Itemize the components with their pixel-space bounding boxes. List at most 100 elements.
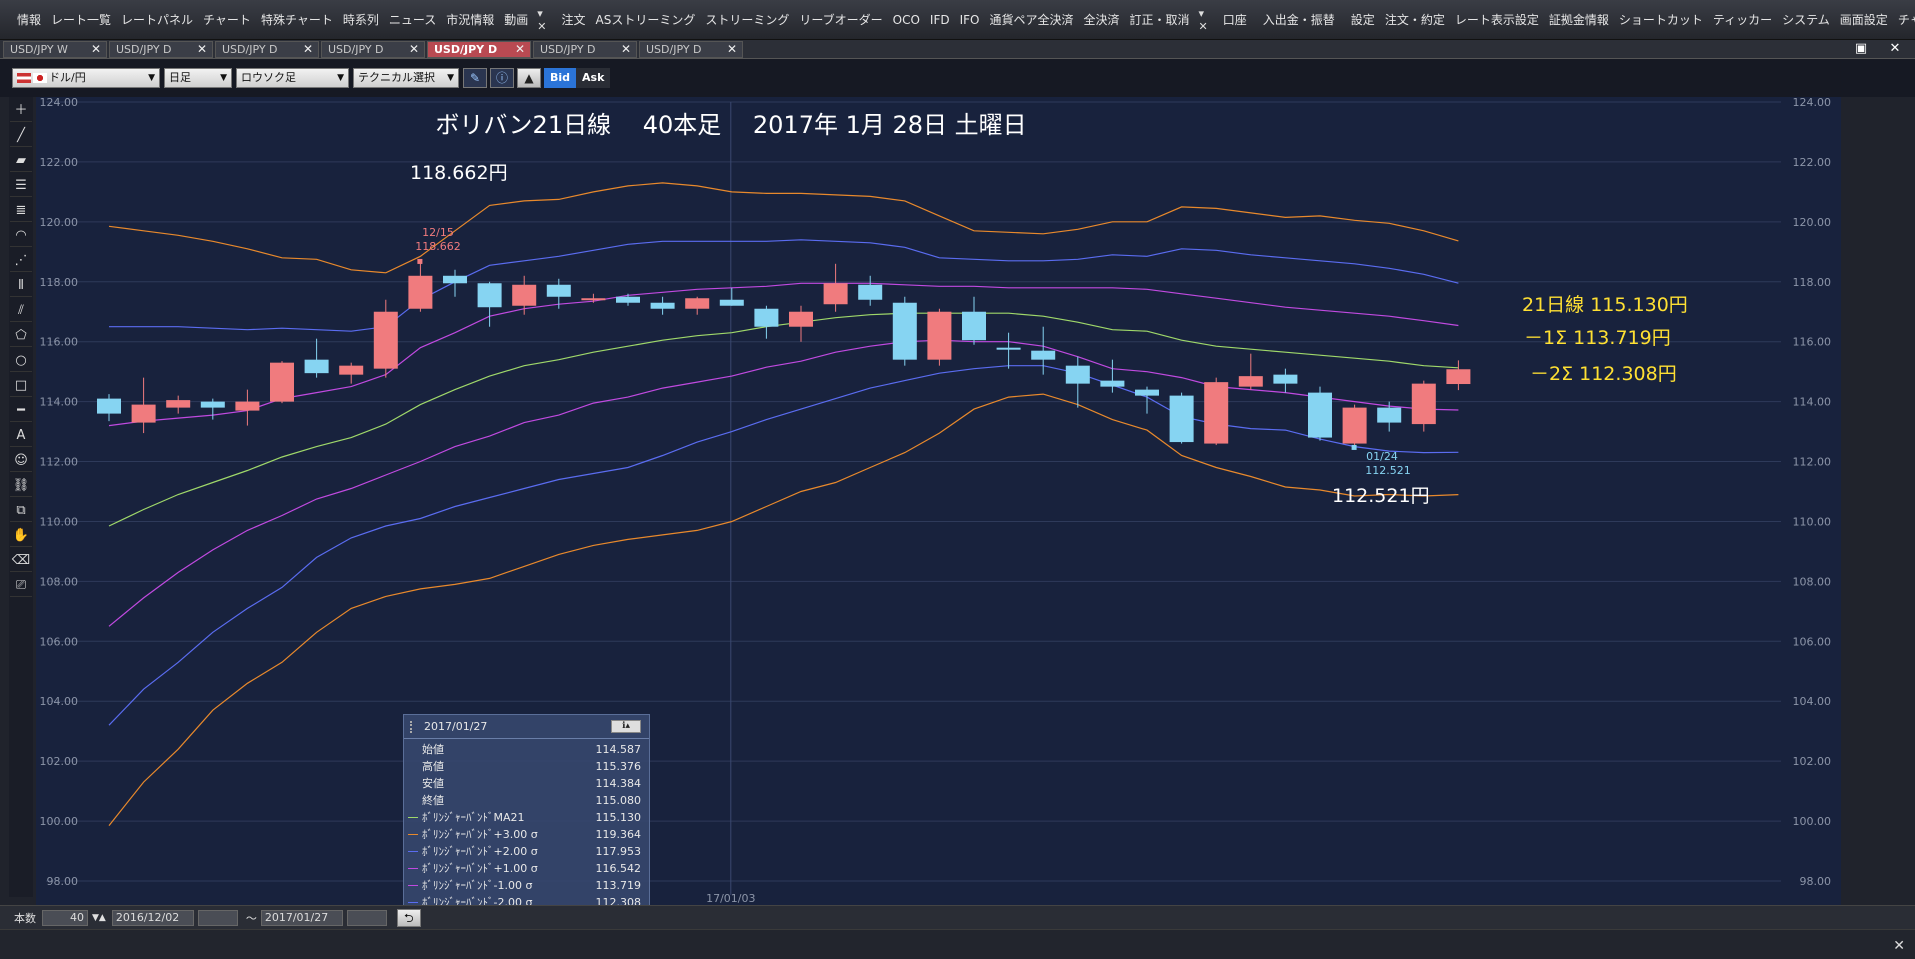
ruler-icon[interactable]: ▰	[10, 150, 32, 172]
copy-icon[interactable]: ⧉	[10, 500, 32, 522]
chart-tab[interactable]: USD/JPY W ✕	[3, 41, 107, 58]
tab-close-icon[interactable]: ✕	[409, 42, 419, 57]
menu-item[interactable]: ストリーミング	[700, 9, 794, 31]
chart-type-select[interactable]: ロウソク足 ▼	[236, 68, 349, 88]
menu-item[interactable]: 動画	[499, 9, 533, 31]
to-date-input[interactable]: 2017/01/27	[260, 909, 343, 926]
maximize-icon[interactable]: ▣	[1850, 41, 1872, 57]
menu-item[interactable]: ティッカー	[1708, 9, 1777, 31]
hlines-icon[interactable]: ☰	[10, 175, 32, 197]
tab-close-icon[interactable]: ✕	[727, 42, 737, 57]
ask-button[interactable]: Ask	[576, 68, 611, 88]
from-date-input[interactable]: 2016/12/02	[111, 909, 194, 926]
chart-tab[interactable]: USD/JPY D ✕	[109, 41, 213, 58]
menu-item[interactable]: 特殊チャート	[256, 9, 338, 31]
tab-close-icon[interactable]: ✕	[621, 42, 631, 57]
menu-item[interactable]: 訂正・取消	[1125, 9, 1195, 31]
technical-select[interactable]: テクニカル選択 ▼	[353, 68, 459, 88]
pentagon-icon[interactable]: ⬠	[10, 325, 32, 347]
trendline-icon[interactable]: ╱	[10, 125, 32, 147]
menu-item[interactable]: 設定	[1346, 9, 1380, 31]
menu-item[interactable]: 入出金・振替	[1258, 9, 1340, 31]
high-price-label: 118.662円	[410, 162, 508, 184]
chart-tab[interactable]: USD/JPY D ✕	[215, 41, 319, 58]
menu-item[interactable]: 市況情報	[441, 9, 499, 31]
y-tick-label-right: 98.00	[1800, 875, 1832, 888]
text-icon[interactable]: A	[10, 425, 32, 447]
chart-tab[interactable]: USD/JPY D ✕	[639, 41, 743, 58]
fan-icon[interactable]: ⋰	[10, 250, 32, 272]
bid-button[interactable]: Bid	[544, 68, 577, 88]
band-line	[108, 312, 1459, 527]
menu-item[interactable]: 時系列	[338, 9, 384, 31]
hand-icon[interactable]: ✋	[10, 525, 32, 547]
chart-tab[interactable]: USD/JPY D ✕	[427, 41, 531, 58]
series-swatch	[408, 885, 418, 886]
candle-body	[408, 275, 433, 309]
menu-item[interactable]: 証拠金情報	[1544, 9, 1614, 31]
menu-item[interactable]: IFO	[955, 9, 985, 31]
series-swatch	[408, 800, 418, 801]
popup-row-label-wrap: ﾎﾞﾘﾝｼﾞｬｰﾊﾞﾝﾄﾞ+2.00 σ	[408, 843, 596, 860]
menu-item[interactable]: リーブオーダー	[794, 9, 887, 31]
channel-icon[interactable]: ≣	[10, 200, 32, 222]
smiley-icon[interactable]: ☺	[10, 450, 32, 472]
menu-item[interactable]: チャート	[198, 9, 256, 31]
close-icon[interactable]: ✕	[1884, 41, 1906, 57]
vlines-icon[interactable]: ⦀	[10, 275, 32, 297]
fib-arc-icon[interactable]: ◠	[10, 225, 32, 247]
currency-pair-select[interactable]: ドル/円 ▼	[12, 68, 160, 88]
reload-button[interactable]: ⮌	[396, 908, 421, 927]
count-stepper-icon[interactable]: ▼▲	[92, 913, 106, 923]
chart-tab[interactable]: USD/JPY D ✕	[321, 41, 425, 58]
pencil-icon[interactable]: ✎	[463, 68, 487, 88]
menu-item[interactable]: ニュース	[384, 9, 441, 31]
crosshair-icon[interactable]: ＋	[10, 100, 32, 122]
menu-item[interactable]: 画面設定	[1835, 9, 1893, 31]
info-icon[interactable]: ⓘ	[490, 68, 514, 88]
price-chart[interactable]: 124.00 124.00 122.00 122.00 120.00 120.00 118.…	[36, 97, 1841, 942]
tab-label: USD/JPY D	[434, 43, 498, 56]
y-tick-label-left: 98.00	[47, 875, 79, 888]
eraser-icon[interactable]: ⌫	[10, 550, 32, 572]
menu-group-controls[interactable]: ▾ ✕	[1195, 7, 1212, 33]
menu-item[interactable]: ショートカット	[1614, 9, 1708, 31]
link-icon[interactable]: ⛓	[10, 475, 32, 497]
menu-item[interactable]: OCO	[888, 9, 925, 31]
from-time-input[interactable]	[197, 909, 238, 926]
tab-close-icon[interactable]: ✕	[91, 42, 101, 57]
menu-item[interactable]: 注文・約定	[1380, 9, 1450, 31]
menu-item[interactable]: チャート	[1893, 9, 1915, 31]
count-input[interactable]: 40	[42, 909, 88, 926]
menu-item[interactable]: レート一覧	[46, 9, 116, 31]
drag-handle-icon[interactable]	[410, 721, 414, 733]
menu-item[interactable]: 情報	[12, 9, 46, 31]
tab-close-icon[interactable]: ✕	[515, 42, 525, 57]
menu-item[interactable]: レート表示設定	[1450, 9, 1544, 31]
chart-tab[interactable]: USD/JPY D ✕	[533, 41, 637, 58]
to-time-input[interactable]	[346, 909, 387, 926]
eraser-all-icon[interactable]: ⎚	[10, 575, 32, 597]
popup-header[interactable]: 2017/01/27 ℹ▴	[404, 715, 649, 739]
menu-item[interactable]: レートパネル	[116, 9, 198, 31]
menu-item[interactable]: システム	[1777, 9, 1835, 31]
close-icon[interactable]: ✕	[1893, 938, 1905, 954]
menu-group-controls[interactable]: ▾ ✕	[533, 7, 550, 33]
menu-item[interactable]: 全決済	[1079, 9, 1125, 31]
tab-label: USD/JPY D	[116, 43, 172, 56]
tab-close-icon[interactable]: ✕	[197, 42, 207, 57]
hline-icon[interactable]: ━	[10, 400, 32, 422]
chart-style-icon[interactable]: ▲	[517, 68, 541, 88]
tab-close-icon[interactable]: ✕	[303, 42, 313, 57]
menu-item[interactable]: 注文	[557, 9, 591, 31]
menu-item[interactable]: 通貨ペア全決済	[985, 9, 1079, 31]
menu-item[interactable]: 口座	[1218, 9, 1252, 31]
menu-item[interactable]: ASストリーミング	[591, 9, 701, 31]
pitchfork-icon[interactable]: ⫽	[10, 300, 32, 322]
menu-item[interactable]: IFD	[925, 9, 955, 31]
chart-type-value: ロウソク足	[241, 71, 296, 84]
popup-toggle-button[interactable]: ℹ▴	[611, 720, 641, 733]
circle-icon[interactable]: ○	[10, 350, 32, 372]
timeframe-select[interactable]: 日足 ▼	[164, 68, 232, 88]
rectangle-icon[interactable]: □	[10, 375, 32, 397]
